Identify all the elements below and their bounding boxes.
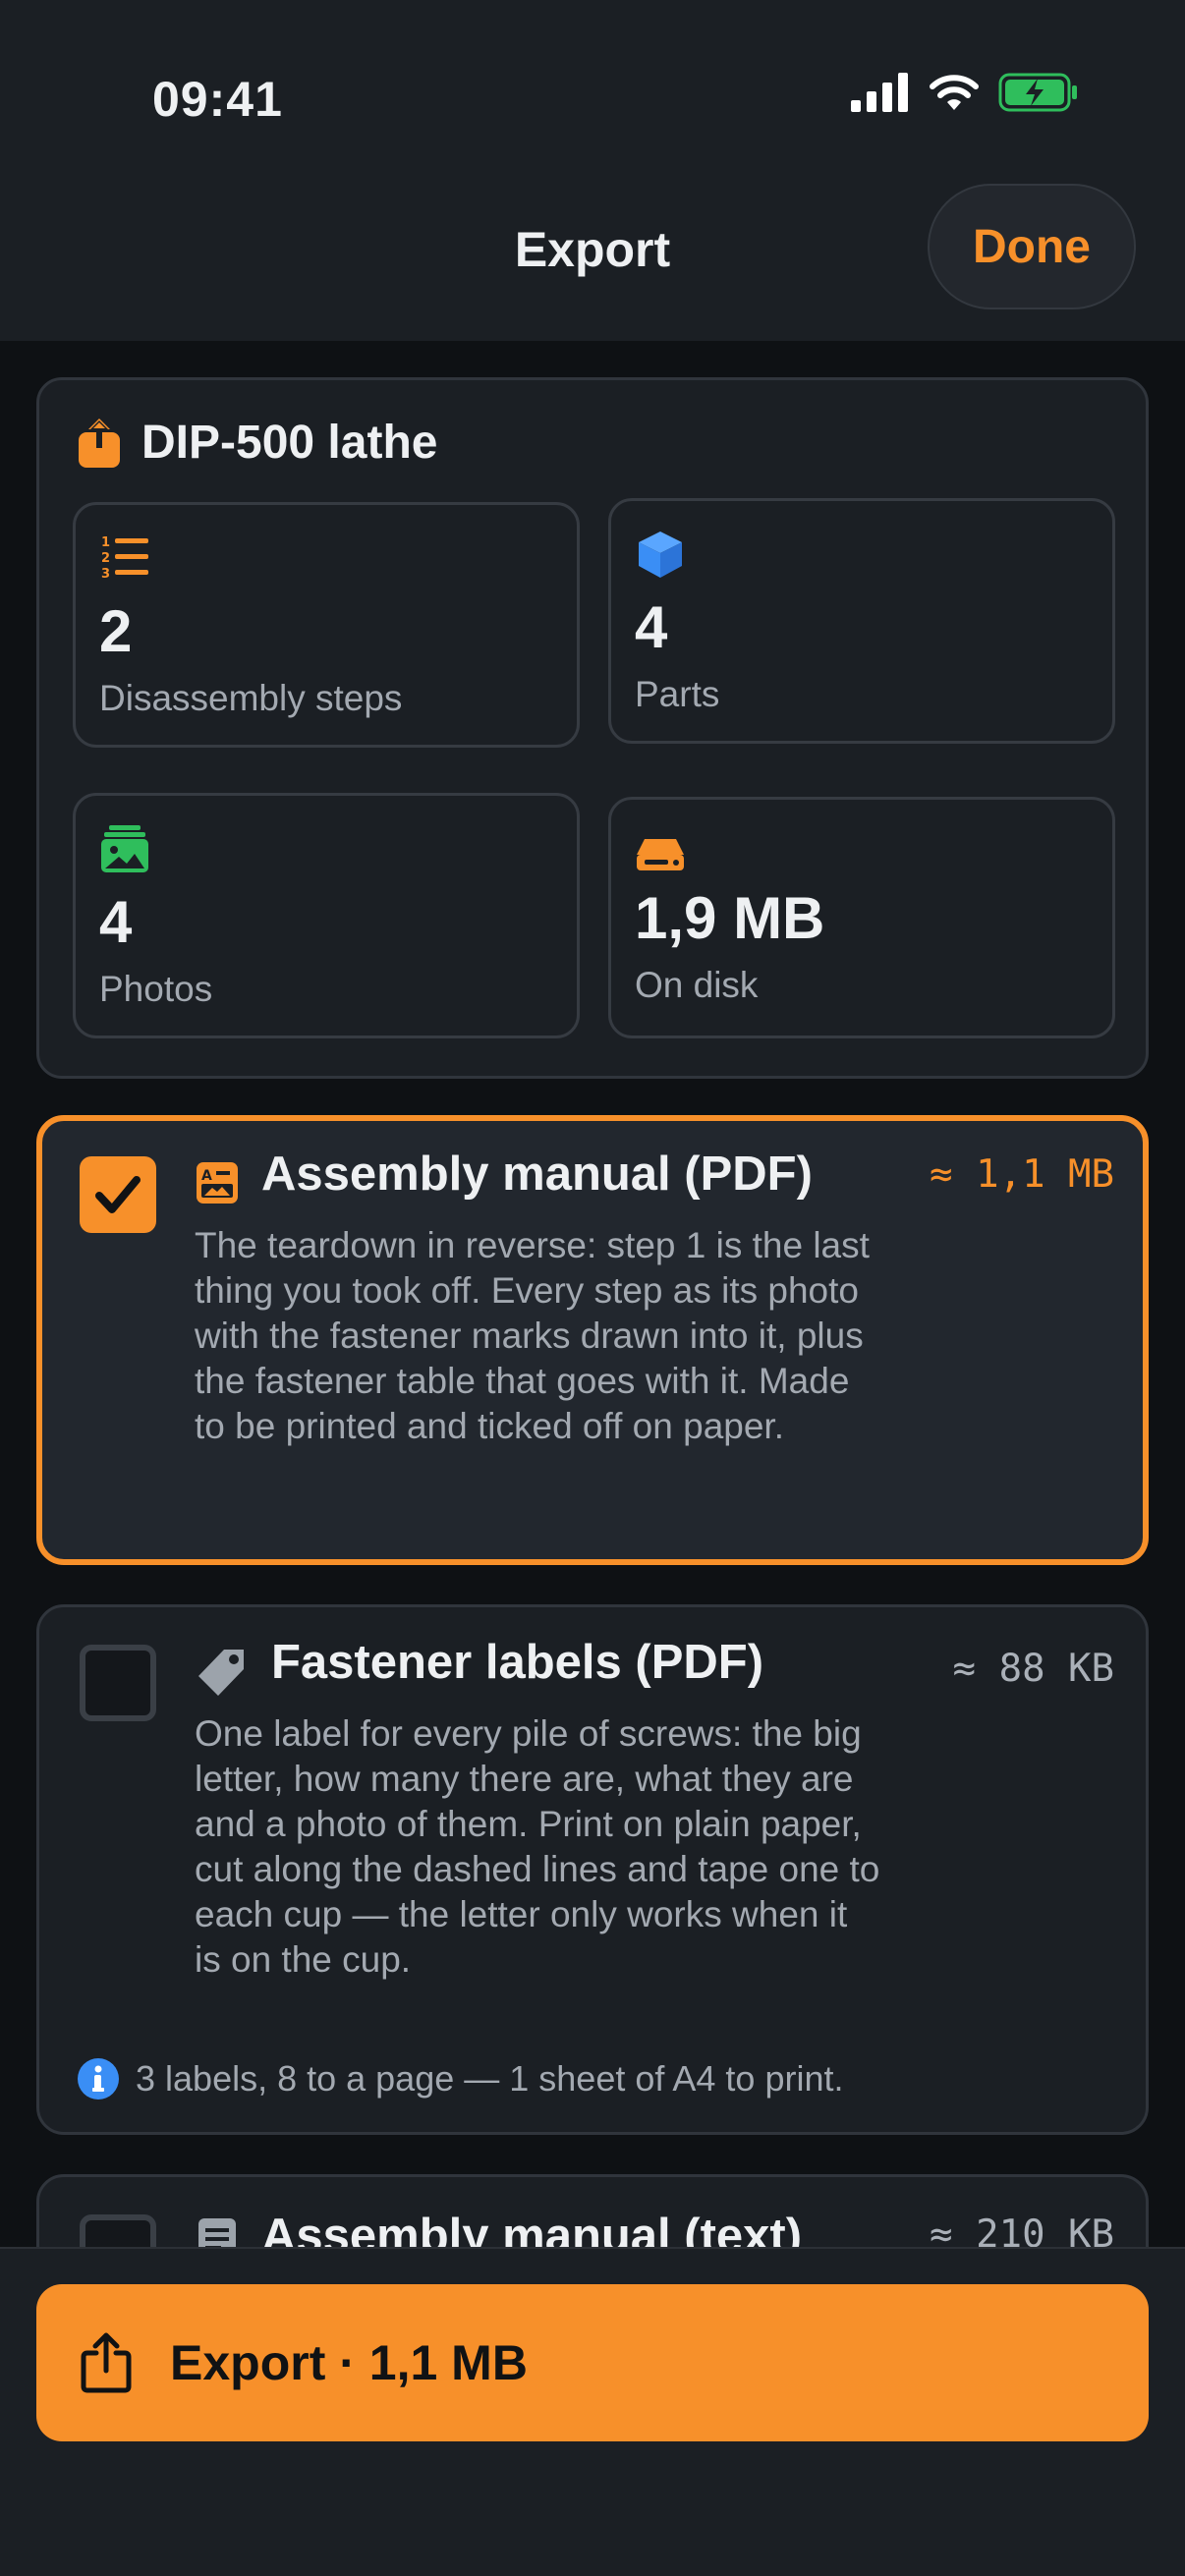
stat-value: 1,9 MB xyxy=(635,885,825,951)
svg-text:3: 3 xyxy=(101,567,110,582)
cellular-signal-icon xyxy=(851,73,908,112)
export-option-assembly-manual-pdf[interactable]: A Assembly manual (PDF) ≈ 1,1 MB The tea… xyxy=(36,1115,1149,1565)
battery-charging-icon xyxy=(998,73,1077,112)
project-summary-card: DIP-500 lathe 1 2 3 2 Disassembly steps … xyxy=(36,377,1149,1079)
export-button-label: Export · 1,1 MB xyxy=(170,2335,528,2390)
svg-text:1: 1 xyxy=(101,535,110,550)
option-checkbox[interactable] xyxy=(80,1645,156,1721)
wifi-icon xyxy=(930,75,979,110)
svg-text:A: A xyxy=(201,1168,212,1184)
option-size: ≈ 210 KB xyxy=(930,2212,1114,2247)
done-button[interactable]: Done xyxy=(928,184,1136,309)
labels-info-note: 3 labels, 8 to a page — 1 sheet of A4 to… xyxy=(77,2057,843,2100)
manual-doc-icon: A xyxy=(197,1162,238,1204)
share-icon xyxy=(79,418,120,468)
numbered-list-icon: 1 2 3 xyxy=(101,535,148,582)
status-icons xyxy=(851,73,1079,112)
export-content[interactable]: DIP-500 lathe 1 2 3 2 Disassembly steps … xyxy=(0,341,1185,2247)
option-size: ≈ 1,1 MB xyxy=(930,1152,1114,1197)
option-description: The teardown in reverse: step 1 is the l… xyxy=(195,1225,870,1446)
export-option-assembly-manual-text[interactable]: Assembly manual (text) ≈ 210 KB xyxy=(36,2174,1149,2247)
option-description: One label for every pile of screws: the … xyxy=(195,1713,880,1980)
stat-value: 2 xyxy=(99,598,133,664)
stat-label: On disk xyxy=(635,965,759,1005)
option-title: Fastener labels (PDF) xyxy=(271,1636,764,1689)
stat-on-disk: 1,9 MB On disk xyxy=(608,797,1115,1038)
navigation-bar: Export Done xyxy=(0,172,1185,341)
status-bar: 09:41 xyxy=(0,0,1185,172)
option-title: Assembly manual (PDF) xyxy=(261,1148,813,1201)
stat-label: Disassembly steps xyxy=(99,678,403,718)
stat-value: 4 xyxy=(635,594,668,660)
bottom-action-bar: Export · 1,1 MB xyxy=(0,2247,1185,2576)
tag-icon xyxy=(198,1650,244,1696)
stat-disassembly-steps: 1 2 3 2 Disassembly steps xyxy=(73,502,580,748)
stat-value: 4 xyxy=(99,889,133,955)
stat-photos: 4 Photos xyxy=(73,793,580,1038)
option-title: Assembly manual (text) xyxy=(261,2210,803,2247)
export-button[interactable]: Export · 1,1 MB xyxy=(36,2284,1149,2441)
export-option-fastener-labels-pdf[interactable]: Fastener labels (PDF) ≈ 88 KB One label … xyxy=(36,1604,1149,2135)
stat-label: Photos xyxy=(99,969,213,1009)
info-icon xyxy=(78,2058,119,2100)
project-title: DIP-500 lathe xyxy=(77,416,437,470)
status-time: 09:41 xyxy=(152,72,283,127)
project-name: DIP-500 lathe xyxy=(141,417,438,469)
option-checkbox[interactable] xyxy=(80,1156,156,1233)
info-note-text: 3 labels, 8 to a page — 1 sheet of A4 to… xyxy=(136,2058,844,2099)
option-checkbox[interactable] xyxy=(80,2214,156,2247)
cube-icon xyxy=(639,532,682,578)
checkmark-icon xyxy=(95,1176,141,1213)
stat-label: Parts xyxy=(635,674,720,714)
photo-stack-icon xyxy=(101,825,148,872)
svg-text:2: 2 xyxy=(101,551,110,566)
hard-drive-icon xyxy=(637,839,684,870)
option-size: ≈ 88 KB xyxy=(952,1647,1114,1691)
text-doc-icon xyxy=(198,2218,236,2247)
stat-parts: 4 Parts xyxy=(608,498,1115,744)
share-icon xyxy=(81,2332,132,2393)
